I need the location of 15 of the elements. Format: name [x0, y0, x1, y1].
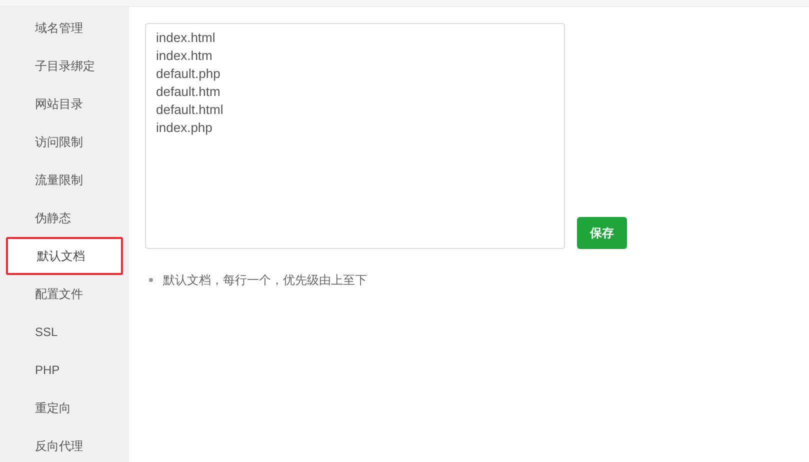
default-documents-field[interactable]: index.html index.htm default.php default.htm default.html index.php — [145, 23, 565, 249]
sidebar-item[interactable]: 伪静态 — [0, 199, 129, 237]
sidebar-item[interactable]: SSL — [0, 313, 129, 351]
sidebar-item[interactable]: 域名管理 — [0, 9, 129, 47]
sidebar-item[interactable]: 配置文件 — [0, 275, 129, 313]
sidebar-item[interactable]: 网站目录 — [0, 85, 129, 123]
sidebar-item[interactable]: 访问限制 — [0, 123, 129, 161]
sidebar-item[interactable]: 流量限制 — [0, 161, 129, 199]
sidebar-item[interactable]: 反向代理 — [0, 427, 129, 462]
bullet-icon — [149, 278, 153, 282]
sidebar-item[interactable]: 默认文档 — [6, 237, 123, 275]
sidebar-item[interactable]: 重定向 — [0, 389, 129, 427]
sidebar-item[interactable]: PHP — [0, 351, 129, 389]
hint-text: 默认文档，每行一个，优先级由上至下 — [163, 272, 367, 289]
sidebar-item[interactable]: 子目录绑定 — [0, 47, 129, 85]
